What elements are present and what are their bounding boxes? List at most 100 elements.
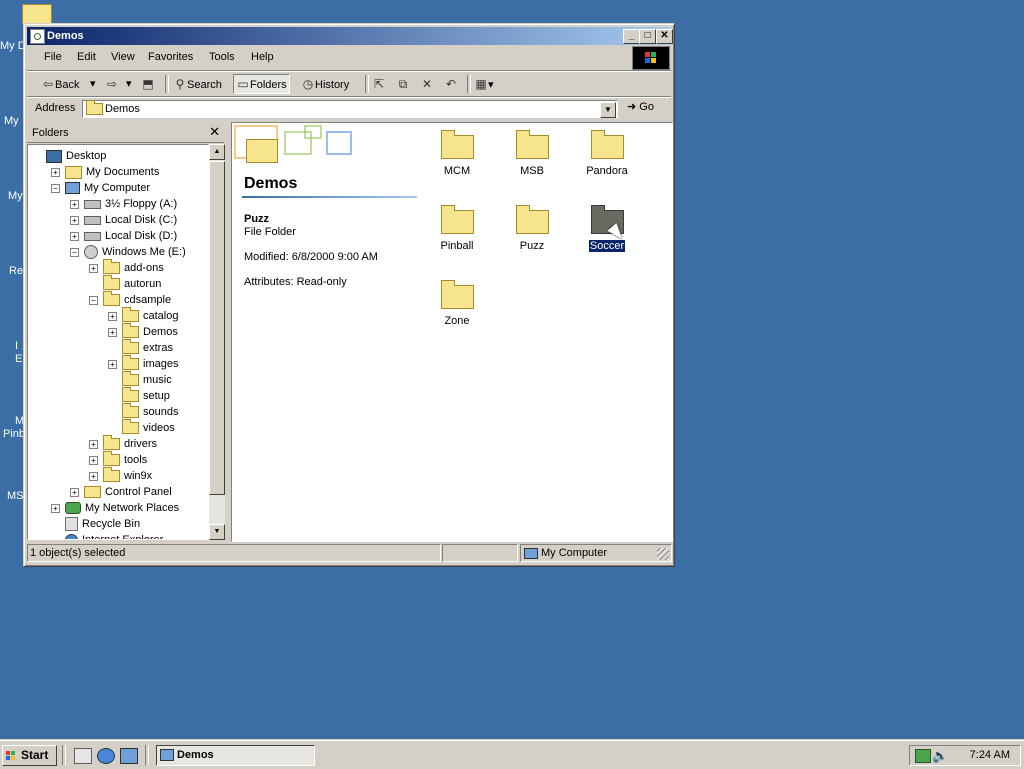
tree-item[interactable]: setup [122, 387, 170, 404]
expand-icon[interactable]: + [89, 440, 98, 449]
address-field[interactable]: Demos ▼ [82, 100, 618, 118]
folder-icon [591, 130, 624, 159]
expand-icon[interactable]: + [70, 488, 79, 497]
expand-icon[interactable]: + [89, 472, 98, 481]
folder-item[interactable]: Zone [422, 275, 492, 341]
expand-icon[interactable]: + [108, 328, 117, 337]
back-dropdown-icon[interactable]: ▾ [90, 75, 96, 93]
collapse-icon[interactable]: − [70, 248, 79, 257]
tree-item[interactable]: + Demos [108, 323, 178, 340]
desktop-icon-label[interactable]: MS [7, 490, 24, 502]
title-bar[interactable]: Demos _ □ ✕ [27, 27, 673, 45]
start-button[interactable]: Start [2, 745, 57, 766]
desktop-icon-label[interactable]: I [15, 340, 18, 352]
desktop-icon-label[interactable]: Re [9, 265, 23, 277]
expand-icon[interactable]: + [51, 504, 60, 513]
tree-item[interactable]: − Windows Me (E:) [70, 244, 186, 260]
close-button[interactable]: ✕ [656, 29, 673, 44]
folder-item[interactable]: MCM [422, 125, 492, 191]
tree-item[interactable]: videos [122, 419, 175, 436]
address-dropdown-icon[interactable]: ▼ [600, 102, 616, 118]
resize-grip[interactable] [657, 548, 669, 560]
expand-icon[interactable]: + [70, 232, 79, 241]
tree-item[interactable]: + Local Disk (D:) [70, 228, 177, 244]
tree-item[interactable]: music [122, 371, 172, 388]
toolbar-separator [165, 75, 169, 93]
up-folder-button[interactable]: ⬒ [141, 75, 155, 93]
folder-item[interactable]: Soccer [572, 200, 642, 266]
expand-icon[interactable]: + [89, 264, 98, 273]
collapse-icon[interactable]: − [51, 184, 60, 193]
forward-dropdown-icon[interactable]: ▾ [126, 75, 132, 93]
desktop-icon-label[interactable]: Pinb [3, 428, 25, 440]
tree-scrollbar[interactable]: ▲ ▼ [209, 144, 225, 540]
tree-item[interactable]: +3½ Floppy (A:) [70, 196, 177, 212]
internet-explorer-icon[interactable] [97, 748, 115, 764]
clock[interactable]: 7:24 AM [970, 746, 1010, 765]
close-pane-icon[interactable]: ✕ [209, 124, 220, 140]
folder-icon [441, 280, 474, 309]
folder-item[interactable]: Puzz [497, 200, 567, 266]
tree-item[interactable]: − My Computer [51, 180, 150, 196]
tree-item[interactable]: extras [122, 339, 173, 356]
tree-item[interactable]: sounds [122, 403, 178, 420]
tree-item[interactable]: Desktop [46, 148, 106, 164]
scroll-thumb[interactable] [209, 161, 225, 495]
tree-item[interactable]: + win9x [89, 467, 152, 484]
tree-item[interactable]: − cdsample [89, 291, 171, 308]
desktop-icon-label[interactable]: My [8, 190, 23, 202]
desktop-icon-label[interactable]: E [15, 353, 22, 365]
views-button[interactable]: ▦▾ [474, 75, 493, 93]
expand-icon[interactable]: + [70, 216, 79, 225]
menu-favorites[interactable]: Favorites [148, 51, 193, 63]
expand-icon[interactable]: + [108, 312, 117, 321]
menu-edit[interactable]: Edit [77, 51, 96, 63]
minimize-button[interactable]: _ [623, 29, 640, 44]
folder-item[interactable]: MSB [497, 125, 567, 191]
tree-item[interactable]: + add-ons [89, 259, 164, 276]
maximize-button[interactable]: □ [639, 29, 656, 44]
tree-item[interactable]: + My Network Places [51, 500, 179, 516]
tree-item[interactable]: + drivers [89, 435, 157, 452]
desktop-icon-label[interactable]: My [4, 115, 19, 127]
history-button[interactable]: ◷ History [301, 75, 349, 93]
expand-icon[interactable]: + [70, 200, 79, 209]
scroll-down-icon[interactable]: ▼ [209, 524, 225, 540]
tree-item[interactable]: Recycle Bin [65, 516, 140, 532]
forward-button[interactable]: ⇨ [105, 75, 119, 93]
folder-item[interactable]: Pinball [422, 200, 492, 266]
taskbar-window-demos[interactable]: Demos [156, 745, 315, 766]
menu-help[interactable]: Help [251, 51, 274, 63]
undo-button[interactable]: ↶ [444, 75, 458, 93]
tree-item[interactable]: + catalog [108, 307, 178, 324]
collapse-icon[interactable]: − [89, 296, 98, 305]
tree-item[interactable]: + My Documents [51, 164, 159, 180]
copy-to-button[interactable]: ⧉ [396, 75, 410, 93]
windows-media-player-icon[interactable] [120, 748, 138, 764]
expand-icon[interactable]: + [108, 360, 117, 369]
back-button[interactable]: ⇦ Back [41, 75, 80, 93]
go-button[interactable]: ➜ Go [627, 100, 654, 113]
folder-item[interactable]: Pandora [572, 125, 642, 191]
tree-item[interactable]: Internet Explorer [65, 532, 163, 539]
volume-icon[interactable]: 🔈 [932, 746, 948, 765]
tree-item[interactable]: + tools [89, 451, 147, 468]
tree-item[interactable]: + Control Panel [70, 484, 172, 500]
show-desktop-icon[interactable] [74, 748, 92, 764]
tree-item[interactable]: autorun [103, 275, 161, 292]
delete-button[interactable]: ✕ [420, 75, 434, 93]
expand-icon[interactable]: + [51, 168, 60, 177]
scroll-up-icon[interactable]: ▲ [209, 144, 225, 160]
folders-button[interactable]: ▭Folders [233, 74, 290, 94]
tree-item[interactable]: + images [108, 355, 178, 372]
desktop-icon[interactable] [22, 4, 52, 24]
menu-file[interactable]: File [44, 51, 62, 63]
desktop-icon-label[interactable]: My D [0, 40, 26, 52]
menu-view[interactable]: View [111, 51, 135, 63]
search-button[interactable]: ⚲ Search [173, 75, 222, 93]
menu-tools[interactable]: Tools [209, 51, 235, 63]
move-to-button[interactable]: ⇱ [372, 75, 386, 93]
expand-icon[interactable]: + [89, 456, 98, 465]
tree-item[interactable]: + Local Disk (C:) [70, 212, 177, 228]
network-tray-icon[interactable] [915, 749, 931, 763]
